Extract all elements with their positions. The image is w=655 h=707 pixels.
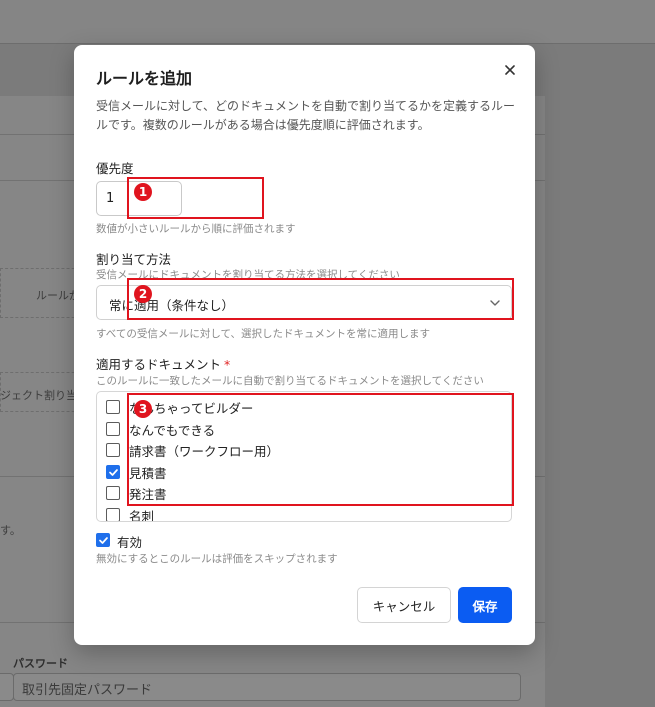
enabled-label: 有効 bbox=[117, 535, 143, 550]
document-option-label: 請求書（ワークフロー用） bbox=[129, 444, 280, 459]
document-option[interactable]: なんちゃってビルダー bbox=[106, 397, 496, 417]
document-option-label: なんでもできる bbox=[129, 422, 216, 438]
close-icon bbox=[505, 65, 515, 75]
documents-hint: このルールに一致したメールに自動で割り当てるドキュメントを選択してください bbox=[96, 375, 484, 387]
method-label: 割り当て方法 bbox=[96, 252, 172, 267]
documents-label-text: 適用するドキュメント bbox=[96, 357, 222, 372]
document-option-label: 発注書 bbox=[129, 487, 167, 502]
checkmark-icon bbox=[109, 468, 118, 476]
dialog-title: ルールを追加 bbox=[96, 69, 193, 88]
document-option-label: 見積書 bbox=[129, 465, 167, 481]
close-button[interactable] bbox=[499, 59, 521, 81]
annotation-marker-2: 2 bbox=[134, 285, 152, 303]
document-option[interactable]: なんでもできる bbox=[106, 419, 496, 439]
save-button[interactable]: 保存 bbox=[458, 587, 512, 623]
required-mark: * bbox=[224, 357, 231, 372]
document-checkbox[interactable] bbox=[106, 486, 120, 500]
chevron-down-icon bbox=[490, 300, 500, 306]
method-hint-top: 受信メールにドキュメントを割り当てる方法を選択してください bbox=[96, 269, 400, 281]
priority-hint: 数値が小さいルールから順に評価されます bbox=[96, 223, 296, 235]
document-checkbox[interactable] bbox=[106, 400, 120, 414]
background-desc-tail: す。 bbox=[0, 524, 21, 537]
document-option-label: 名刺 bbox=[129, 508, 155, 522]
cancel-button[interactable]: キャンセル bbox=[357, 587, 451, 623]
annotation-marker-1: 1 bbox=[134, 183, 152, 201]
document-option[interactable]: 名刺 bbox=[106, 505, 496, 522]
enabled-toggle-row[interactable]: 有効 bbox=[96, 531, 296, 550]
background-password-input[interactable]: 取引先固定パスワード bbox=[13, 673, 521, 701]
documents-label: 適用するドキュメント * bbox=[96, 354, 230, 373]
dialog-description: 受信メールに対して、どのドキュメントを自動で割り当てるかを定義するルールです。複… bbox=[96, 99, 516, 132]
method-select[interactable]: 常に適用（条件なし） bbox=[96, 285, 512, 320]
document-option[interactable]: 請求書（ワークフロー用） bbox=[106, 440, 496, 460]
background-project-text: ジェクト割り当 bbox=[0, 389, 77, 402]
background-password-label: パスワード bbox=[13, 657, 68, 670]
document-option[interactable]: 発注書 bbox=[106, 483, 496, 503]
annotation-marker-3: 3 bbox=[134, 400, 152, 418]
document-checkbox[interactable] bbox=[106, 443, 120, 457]
add-rule-dialog: ルールを追加 受信メールに対して、どのドキュメントを自動で割り当てるかを定義する… bbox=[74, 45, 535, 645]
method-selected-value: 常に適用（条件なし） bbox=[109, 298, 235, 313]
document-checkbox[interactable] bbox=[106, 421, 120, 436]
priority-label: 優先度 bbox=[96, 161, 134, 176]
document-checkbox[interactable] bbox=[106, 464, 120, 479]
enabled-hint: 無効にするとこのルールは評価をスキップされます bbox=[96, 553, 338, 565]
document-option[interactable]: 見積書 bbox=[106, 462, 496, 482]
enabled-checkbox[interactable] bbox=[96, 533, 110, 547]
method-hint-bottom: すべての受信メールに対して、選択したドキュメントを常に適用します bbox=[96, 328, 431, 340]
document-checkbox[interactable] bbox=[106, 507, 120, 521]
checkmark-icon bbox=[99, 537, 108, 544]
background-topbar bbox=[0, 0, 655, 44]
background-input-left[interactable] bbox=[0, 673, 14, 701]
documents-checkbox-list[interactable]: なんちゃってビルダーなんでもできる請求書（ワークフロー用） 見積書発注書名刺 bbox=[96, 391, 512, 522]
